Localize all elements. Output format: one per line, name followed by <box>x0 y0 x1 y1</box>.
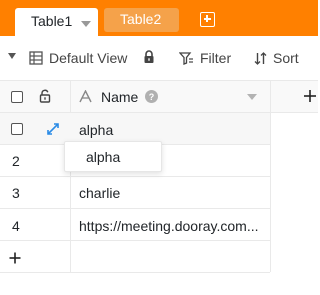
lock-icon[interactable] <box>143 50 155 64</box>
column-menu-chevron-icon[interactable] <box>247 94 257 100</box>
select-all-checkbox[interactable] <box>11 91 23 103</box>
name-cell[interactable]: https://meeting.dooray.com... <box>79 218 265 234</box>
table-row[interactable] <box>0 113 270 144</box>
tab-table2[interactable]: Table2 <box>104 8 179 32</box>
grid-line <box>0 176 270 177</box>
expand-row-icon[interactable] <box>47 123 59 135</box>
add-table-icon[interactable] <box>200 12 215 27</box>
add-row-icon[interactable] <box>9 252 21 264</box>
row-number: 4 <box>12 218 20 234</box>
tab-label: Table1 <box>31 13 73 29</box>
view-label: Default View <box>49 50 128 66</box>
help-icon[interactable]: ? <box>145 90 158 103</box>
table-view-icon <box>29 51 43 65</box>
view-selector[interactable]: Default View <box>29 50 127 66</box>
tab-table1[interactable]: Table1 <box>15 8 98 36</box>
filter-button[interactable]: Filter <box>179 50 231 66</box>
name-cell[interactable]: alpha <box>79 122 113 138</box>
grid-line <box>0 240 270 241</box>
unlock-icon[interactable] <box>39 89 51 103</box>
add-column-icon[interactable] <box>303 89 317 103</box>
text-column-type-icon <box>79 90 92 103</box>
column-header-name[interactable]: Name <box>101 89 138 105</box>
row-number: 3 <box>12 185 20 201</box>
chevron-down-icon[interactable] <box>81 21 91 27</box>
autocomplete-dropdown: alpha <box>64 141 162 172</box>
grid-line <box>270 80 271 272</box>
row-number: 2 <box>12 153 20 169</box>
toolbar-collapse-icon[interactable] <box>8 53 16 59</box>
dropdown-option[interactable]: alpha <box>86 149 120 165</box>
svg-text:?: ? <box>149 92 155 102</box>
tab-label: Table2 <box>120 11 162 27</box>
grid-line <box>0 272 270 273</box>
sort-icon <box>254 51 267 65</box>
grid-line <box>70 80 71 272</box>
sort-button[interactable]: Sort <box>254 50 299 66</box>
sort-label: Sort <box>273 50 299 66</box>
filter-label: Filter <box>200 50 232 66</box>
grid-line <box>0 208 270 209</box>
filter-icon <box>179 51 193 65</box>
name-cell[interactable]: charlie <box>79 185 120 201</box>
row-checkbox[interactable] <box>11 123 23 135</box>
